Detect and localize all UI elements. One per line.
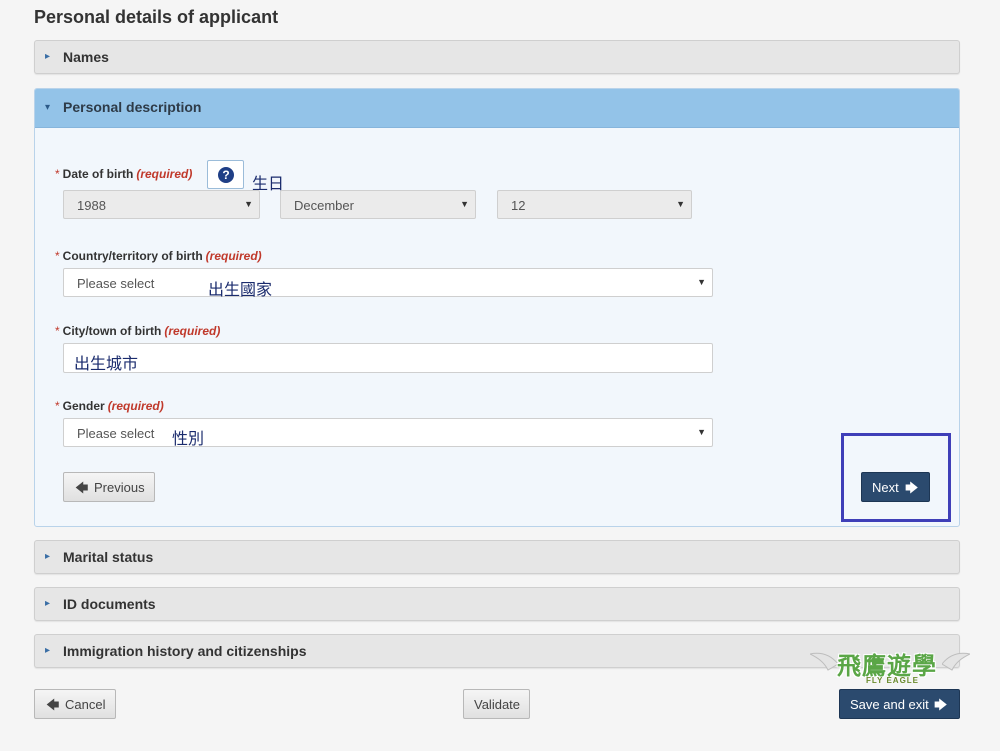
country-label-text: Country/territory of birth (62, 249, 203, 263)
chevron-down-icon: ▼ (697, 427, 706, 437)
caret-right-icon: ▸ (45, 598, 51, 609)
save-exit-button[interactable]: Save and exit 🡆 (839, 689, 960, 719)
chevron-down-icon: ▼ (676, 199, 685, 209)
panel-names[interactable]: ▸ Names (34, 40, 960, 74)
required-text: (required) (136, 167, 193, 181)
required-text: (required) (205, 249, 262, 263)
panel-id-documents-title: ID documents (63, 596, 156, 612)
previous-button-label: Previous (94, 480, 145, 495)
country-select[interactable]: Please select ▼ (63, 268, 713, 297)
chevron-down-icon: ▼ (697, 277, 706, 287)
gender-label: * Gender (required) (55, 399, 164, 413)
help-button[interactable]: ? (207, 160, 244, 189)
dob-year-select[interactable]: 1988 ▼ (63, 190, 260, 219)
panel-names-title: Names (63, 49, 109, 65)
required-text: (required) (107, 399, 164, 413)
gender-select-value: Please select (77, 426, 155, 441)
fly-eagle-logo: 飛鷹遊學 FLY EAGLE (810, 646, 970, 690)
panel-personal-description-header[interactable]: ▾ Personal description (35, 89, 959, 128)
panel-id-documents[interactable]: ▸ ID documents (34, 587, 960, 621)
dob-month-select[interactable]: December ▼ (280, 190, 476, 219)
dob-label-text: Date of birth (62, 167, 134, 181)
city-input[interactable] (63, 343, 713, 373)
gender-select[interactable]: Please select ▼ (63, 418, 713, 447)
country-label: * Country/territory of birth (required) (55, 249, 262, 263)
dob-year-value: 1988 (77, 198, 106, 213)
chevron-down-icon: ▼ (460, 199, 469, 209)
panel-personal-description: ▾ Personal description (34, 88, 960, 527)
arrow-right-icon: 🡆 (934, 697, 948, 712)
chevron-down-icon: ▼ (244, 199, 253, 209)
caret-right-icon: ▸ (45, 645, 51, 656)
panel-immigration-title: Immigration history and citizenships (63, 643, 307, 659)
required-marker: * (55, 167, 60, 181)
city-annotation: 出生城市 (74, 354, 139, 373)
required-text: (required) (164, 324, 221, 338)
arrow-left-icon: 🡄 (75, 480, 89, 495)
caret-down-icon: ▾ (45, 102, 51, 113)
caret-right-icon: ▸ (45, 51, 51, 62)
gender-label-text: Gender (62, 399, 105, 413)
page-title: Personal details of applicant (34, 7, 279, 27)
city-label: * City/town of birth (required) (55, 324, 220, 338)
city-label-text: City/town of birth (62, 324, 162, 338)
country-annotation: 出生國家 (208, 280, 273, 299)
caret-right-icon: ▸ (45, 551, 51, 562)
required-marker: * (55, 249, 60, 263)
panel-marital-status[interactable]: ▸ Marital status (34, 540, 960, 574)
previous-button[interactable]: 🡄 Previous (63, 472, 155, 502)
wing-icon (942, 652, 970, 671)
wing-icon (810, 652, 838, 671)
panel-marital-status-title: Marital status (63, 549, 154, 565)
question-icon: ? (218, 167, 234, 183)
arrow-left-icon: 🡄 (46, 697, 60, 712)
gender-annotation: 性別 (172, 429, 205, 448)
dob-day-value: 12 (511, 198, 526, 213)
dob-label: * Date of birth (required) (55, 167, 192, 181)
country-select-value: Please select (77, 276, 155, 291)
validate-button-label: Validate (474, 697, 521, 712)
logo-english-text: FLY EAGLE (866, 676, 920, 685)
required-marker: * (55, 399, 60, 413)
highlight-box (841, 433, 951, 522)
dob-month-value: December (294, 198, 354, 213)
dob-day-select[interactable]: 12 ▼ (497, 190, 692, 219)
panel-personal-description-title: Personal description (63, 99, 202, 115)
cancel-button[interactable]: 🡄 Cancel (34, 689, 116, 719)
cancel-button-label: Cancel (65, 697, 106, 712)
validate-button[interactable]: Validate (463, 689, 530, 719)
save-exit-button-label: Save and exit (850, 697, 929, 712)
required-marker: * (55, 324, 60, 338)
